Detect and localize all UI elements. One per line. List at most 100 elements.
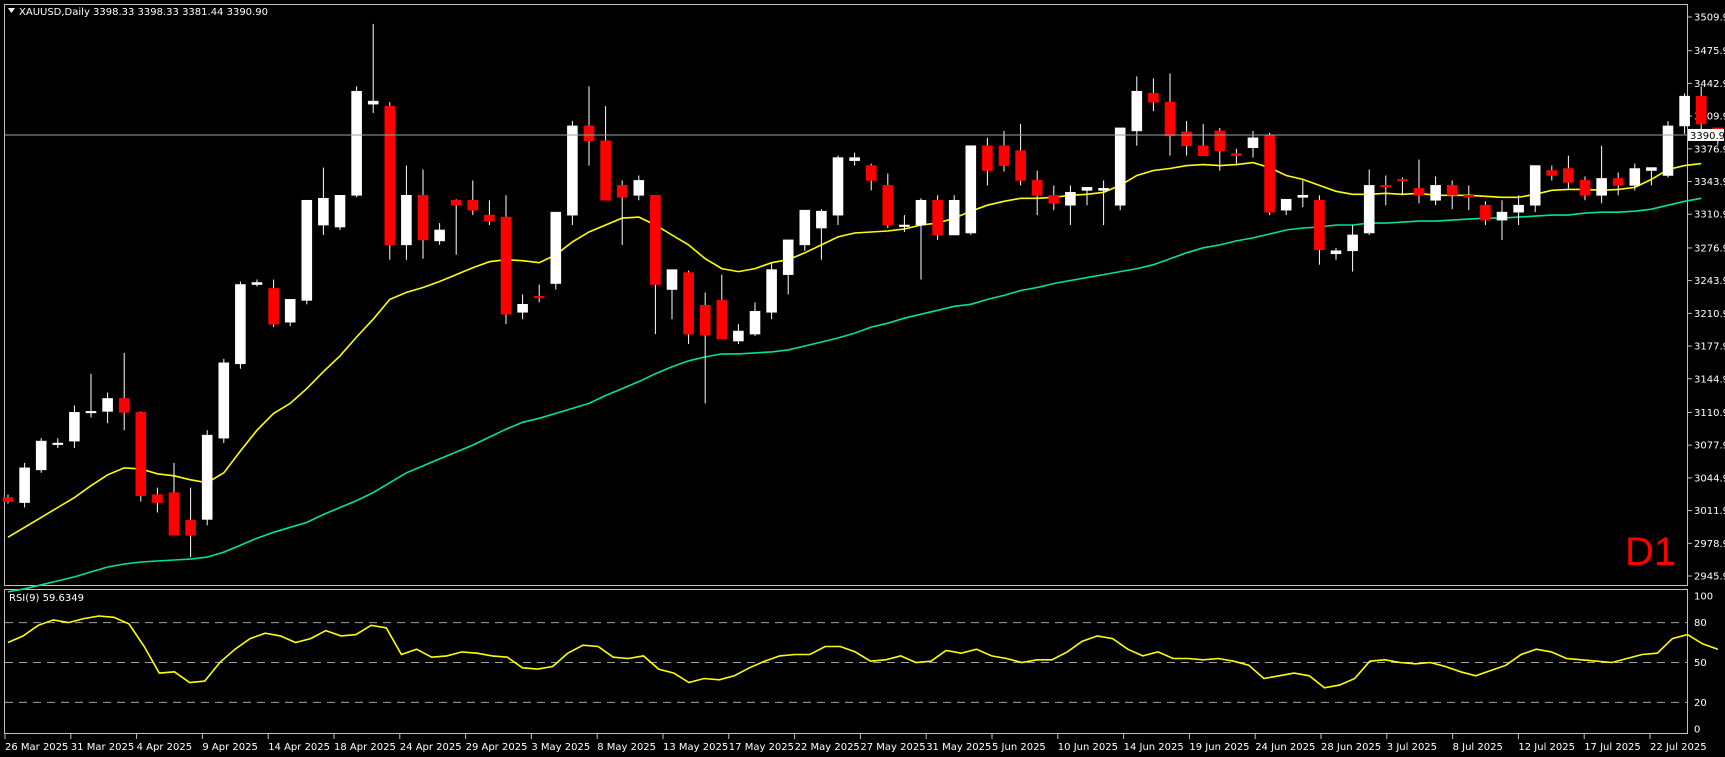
candle [301,199,313,305]
candle-body [1679,95,1690,127]
candle-body [434,229,445,242]
candle-body [35,440,47,471]
candle-body [118,398,130,413]
candle-body [948,199,960,236]
x-tick-label: 18 Apr 2025 [334,742,396,753]
y-tick-label: 3376.90 [1694,144,1725,155]
candle-body [766,269,777,313]
candle-body [1330,250,1342,255]
candle [1264,132,1275,216]
candle-body [52,442,64,445]
x-tick-label: 14 Apr 2025 [268,742,330,753]
x-tick-label: 8 Jul 2025 [1453,742,1503,753]
candle-body [1114,127,1126,206]
candle-body [69,412,80,442]
y-tick-label: 3077.90 [1694,441,1725,452]
candle [1662,120,1674,178]
candle-body [417,195,429,241]
rsi-tick-label: 50 [1694,658,1707,669]
candle-body [1065,192,1076,206]
y-tick-label: 3011.90 [1694,506,1725,517]
y-tick-label: 3310.90 [1694,210,1725,221]
candle-body [1264,134,1275,213]
candle-body [533,296,545,299]
candle-body [1181,131,1192,147]
candle-body [683,272,694,335]
candle [965,145,977,235]
candle-body [782,239,794,275]
candle-body [1662,125,1674,176]
x-tick-label: 28 Jun 2025 [1321,742,1381,753]
candle-body [733,330,744,342]
candle-body [799,209,811,246]
x-tick-label: 14 Jun 2025 [1124,742,1184,753]
candle-body [1280,198,1292,211]
candle-body [1695,95,1707,125]
candle-body [284,299,296,323]
candle-body [1480,204,1491,221]
candle-body [1164,101,1176,137]
candle-body [616,185,628,198]
candle [766,262,777,320]
candle-body [816,210,827,229]
candle-body [650,195,661,285]
x-tick-label: 17 Jul 2025 [1584,742,1641,753]
y-tick-label: 3177.90 [1694,342,1725,353]
x-tick-label: 12 Jul 2025 [1518,742,1575,753]
candle [201,430,213,526]
candle-body [699,305,711,336]
candle-body [832,157,844,216]
x-tick-label: 9 Apr 2025 [202,742,257,753]
candle [1529,165,1541,213]
candle-body [1363,185,1375,234]
candle-body [1015,150,1026,181]
candle-body [583,125,595,142]
x-tick-label: 22 Jul 2025 [1650,742,1707,753]
candle-body [982,145,993,171]
candle-body [1297,195,1309,198]
candle-body [1231,153,1242,156]
candle-body [1081,187,1093,191]
candle-body [1131,90,1143,132]
candle-body [467,199,479,211]
candle-body [1247,137,1259,149]
x-tick-label: 27 May 2025 [860,742,925,753]
candle-body [1430,185,1441,201]
candle-body [1596,178,1607,196]
price-panel[interactable] [4,4,1688,586]
candle-body [998,145,1010,166]
candle-body [749,310,761,335]
candle-body [1347,234,1358,252]
candle [351,86,362,198]
candle-body [1197,145,1209,156]
rsi-panel[interactable] [4,589,1688,734]
candle-body [849,157,860,161]
timeframe-label: D1 [1625,530,1676,574]
candle-body [899,224,910,227]
y-tick-label: 3144.90 [1694,374,1725,385]
candle-body [1629,168,1641,186]
candle-body [1513,204,1524,213]
candle-body [201,434,213,520]
candle-body [1314,199,1325,251]
candle-body [484,214,495,222]
y-tick-label: 3343.90 [1694,177,1725,188]
candle-body [2,497,14,502]
candle-body [882,185,894,226]
x-tick-label: 24 Jun 2025 [1255,742,1315,753]
x-tick-label: 4 Apr 2025 [137,742,192,753]
y-tick-label: 3276.90 [1694,243,1725,254]
candle-body [1646,167,1657,171]
candle-body [401,195,412,246]
time-axis: 26 Mar 2025 31 Mar 2025 4 Apr 2025 9 Apr 20… [4,734,1707,753]
x-tick-label: 31 May 2025 [926,742,991,753]
x-tick-label: 13 May 2025 [663,742,728,753]
candle-body [1563,168,1574,183]
candle [235,281,246,369]
candle-body [1098,188,1109,191]
candle-body [915,199,927,226]
y-tick-label: 3210.90 [1694,309,1725,320]
candle-body [1546,170,1558,176]
candle-body [301,199,313,301]
chart-window[interactable]: 3509.903475.903442.903409.903376.903343.… [0,0,1725,757]
